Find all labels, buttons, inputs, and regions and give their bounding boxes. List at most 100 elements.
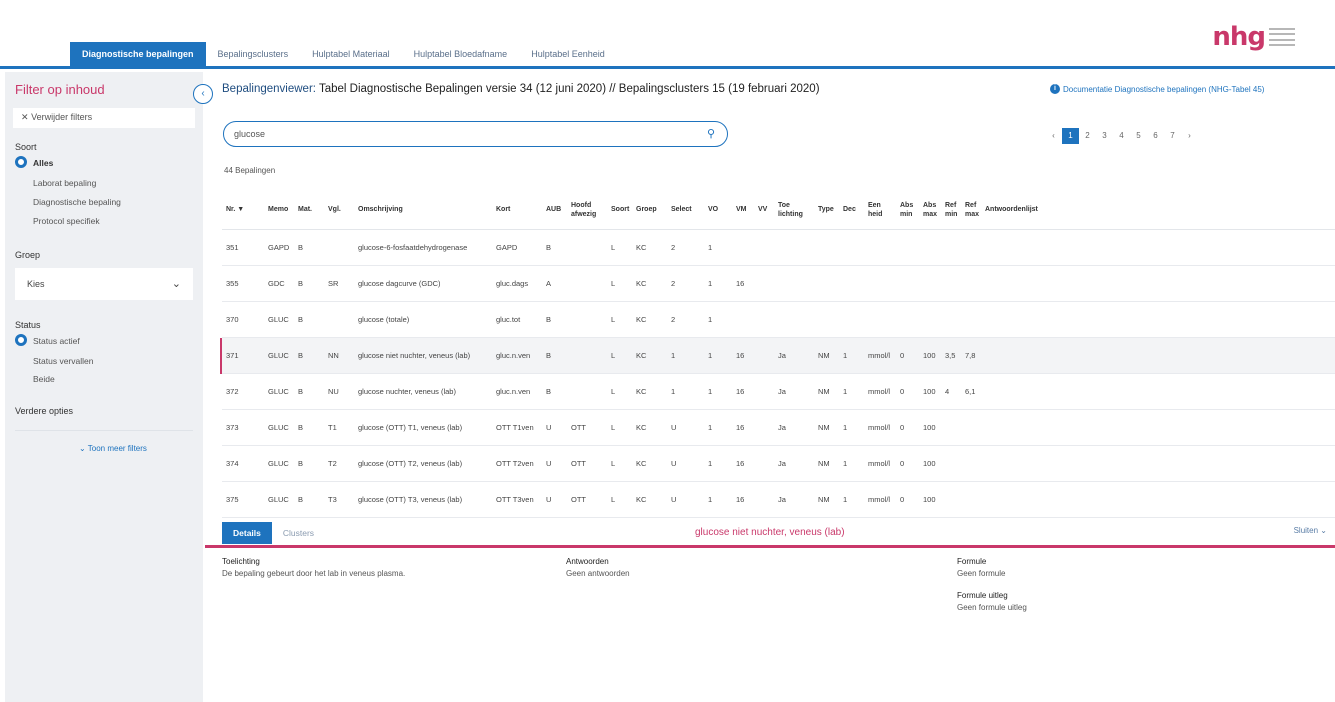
detail-tabs: Details Clusters bbox=[222, 522, 325, 544]
page-3[interactable]: 3 bbox=[1096, 128, 1113, 144]
page-7[interactable]: 7 bbox=[1164, 128, 1181, 144]
col-header[interactable]: Abs max bbox=[919, 201, 941, 219]
filter-title: Filter op inhoud bbox=[15, 82, 105, 97]
col-header[interactable]: Memo bbox=[264, 205, 294, 214]
table-cell: L bbox=[611, 243, 616, 252]
tab-diagnostische-bepalingen[interactable]: Diagnostische bepalingen bbox=[70, 42, 206, 66]
formule-uitleg-value: Geen formule uitleg bbox=[957, 603, 1027, 612]
col-header[interactable]: Abs min bbox=[896, 201, 919, 219]
tab-hulptabel-eenheid[interactable]: Hulptabel Eenheid bbox=[519, 42, 617, 66]
table-row[interactable]: 372 GLUC B NU glucose nuchter, veneus (lab) g… bbox=[222, 374, 1335, 410]
collapse-sidebar-button[interactable]: ‹ bbox=[193, 84, 213, 104]
col-header[interactable]: VO bbox=[704, 205, 732, 214]
table-cell: B bbox=[298, 315, 304, 324]
table-cell: B bbox=[298, 459, 304, 468]
documentation-link[interactable]: i Documentatie Diagnostische bepalingen … bbox=[1050, 84, 1264, 94]
col-header[interactable]: Ref min bbox=[941, 201, 961, 219]
tab-bepalingsclusters[interactable]: Bepalingsclusters bbox=[206, 42, 301, 66]
col-header[interactable]: Toe lichting bbox=[774, 201, 814, 219]
search-icon[interactable]: ⚲ bbox=[707, 127, 715, 140]
table-cell: GLUC bbox=[268, 423, 289, 432]
tab-details[interactable]: Details bbox=[222, 522, 272, 544]
status-option-beide[interactable]: Beide bbox=[33, 374, 55, 384]
page-4[interactable]: 4 bbox=[1113, 128, 1130, 144]
clear-filters-button[interactable]: ✕ Verwijder filters bbox=[13, 108, 195, 128]
page-1[interactable]: 1 bbox=[1062, 128, 1079, 144]
page-next[interactable]: › bbox=[1181, 128, 1198, 144]
col-header[interactable]: Vgl. bbox=[324, 205, 354, 214]
col-header[interactable]: Omschrijving bbox=[354, 205, 492, 214]
toelichting-label: Toelichting bbox=[222, 557, 260, 566]
table-cell: 2 bbox=[671, 243, 676, 252]
col-header[interactable]: Ref max bbox=[961, 201, 981, 219]
chevron-down-icon: ⌄ bbox=[1320, 526, 1327, 535]
table-cell: 16 bbox=[736, 495, 745, 504]
table-cell: 0 bbox=[900, 459, 905, 468]
col-header[interactable]: Antwoordenlijst bbox=[981, 205, 1041, 214]
soort-option-laborat[interactable]: Laborat bepaling bbox=[33, 178, 96, 188]
table-cell: 1 bbox=[671, 387, 676, 396]
documentation-label: Documentatie Diagnostische bepalingen (N… bbox=[1063, 84, 1265, 94]
table-cell: B bbox=[298, 243, 304, 252]
chevron-left-icon: ‹ bbox=[201, 88, 205, 99]
soort-option-diagnostisch[interactable]: Diagnostische bepaling bbox=[33, 197, 121, 207]
soort-option-protocol[interactable]: Protocol specifiek bbox=[33, 216, 100, 226]
table-row[interactable]: 370 GLUC Bglucose (totale) gluc.tot B L KC 2 1 bbox=[222, 302, 1335, 338]
tab-hulptabel-materiaal[interactable]: Hulptabel Materiaal bbox=[300, 42, 402, 66]
col-header[interactable]: Mat. bbox=[294, 205, 324, 214]
more-filters-label: Toon meer filters bbox=[87, 444, 147, 453]
page-prev[interactable]: ‹ bbox=[1045, 128, 1062, 144]
table-cell: 1 bbox=[843, 387, 848, 396]
table-row[interactable]: 351 GAPD Bglucose-6-fosfaatdehydrogenase GA… bbox=[222, 230, 1335, 266]
table-cell: B bbox=[298, 495, 304, 504]
col-header[interactable]: VM bbox=[732, 205, 754, 214]
col-header[interactable]: Select bbox=[667, 205, 704, 214]
soort-option-alles[interactable]: Alles bbox=[33, 158, 53, 168]
status-option-vervallen[interactable]: Status vervallen bbox=[33, 356, 93, 366]
table-row[interactable]: 375 GLUC B T3 glucose (OTT) T3, veneus (lab)… bbox=[222, 482, 1335, 518]
status-option-actief[interactable]: Status actief bbox=[33, 336, 80, 346]
table-cell: OTT bbox=[571, 495, 586, 504]
verdere-opties-heading: Verdere opties bbox=[15, 406, 74, 416]
col-header[interactable]: Nr. ▼ bbox=[222, 205, 264, 214]
groep-select-value: Kies bbox=[27, 279, 45, 289]
tab-hulptabel-bloedafname[interactable]: Hulptabel Bloedafname bbox=[402, 42, 520, 66]
page-6[interactable]: 6 bbox=[1147, 128, 1164, 144]
table-cell: NN bbox=[328, 351, 339, 360]
table-cell: KC bbox=[636, 279, 647, 288]
table-cell: 1 bbox=[843, 351, 848, 360]
table-cell: 16 bbox=[736, 459, 745, 468]
table-cell: L bbox=[611, 351, 616, 360]
antwoorden-value: Geen antwoorden bbox=[566, 569, 630, 578]
table-row[interactable]: 371 GLUC B NN glucose niet nuchter, veneus (… bbox=[220, 338, 1335, 374]
groep-select[interactable]: Kies ⌄ bbox=[15, 268, 193, 300]
radio-status-actief[interactable] bbox=[15, 334, 27, 346]
col-header[interactable]: Hoofd afwezig bbox=[567, 201, 607, 219]
close-detail-button[interactable]: Sluiten ⌄ bbox=[1294, 526, 1327, 535]
table-cell: Ja bbox=[778, 351, 786, 360]
detail-divider bbox=[205, 545, 1335, 548]
col-header[interactable]: Kort bbox=[492, 205, 542, 214]
search-input[interactable]: glucose ⚲ bbox=[223, 121, 728, 147]
clear-filters-label: Verwijder filters bbox=[31, 112, 93, 122]
col-header[interactable]: AUB bbox=[542, 205, 567, 214]
table-cell: B bbox=[546, 243, 552, 252]
table-cell: SR bbox=[328, 279, 339, 288]
page-2[interactable]: 2 bbox=[1079, 128, 1096, 144]
col-header[interactable]: Een heid bbox=[864, 201, 896, 219]
pagination: ‹ 1 2 3 4 5 6 7 › bbox=[1045, 128, 1198, 144]
tab-clusters[interactable]: Clusters bbox=[272, 522, 325, 544]
col-header[interactable]: Dec bbox=[839, 205, 864, 214]
radio-soort-alles[interactable] bbox=[15, 156, 27, 168]
more-filters-link[interactable]: ⌄ Toon meer filters bbox=[79, 444, 147, 453]
col-header[interactable]: Type bbox=[814, 205, 839, 214]
table-row[interactable]: 374 GLUC B T2 glucose (OTT) T2, veneus (lab)… bbox=[222, 446, 1335, 482]
table-row[interactable]: 373 GLUC B T1 glucose (OTT) T1, veneus (lab)… bbox=[222, 410, 1335, 446]
col-header[interactable]: Groep bbox=[632, 205, 667, 214]
table-row[interactable]: 355 GDC B SR glucose dagcurve (GDC) gluc.dags… bbox=[222, 266, 1335, 302]
page-5[interactable]: 5 bbox=[1130, 128, 1147, 144]
col-header[interactable]: VV bbox=[754, 205, 774, 214]
col-header[interactable]: Soort bbox=[607, 205, 632, 214]
table-cell: Ja bbox=[778, 459, 786, 468]
table-body: 351 GAPD Bglucose-6-fosfaatdehydrogenase GA… bbox=[220, 230, 1335, 518]
